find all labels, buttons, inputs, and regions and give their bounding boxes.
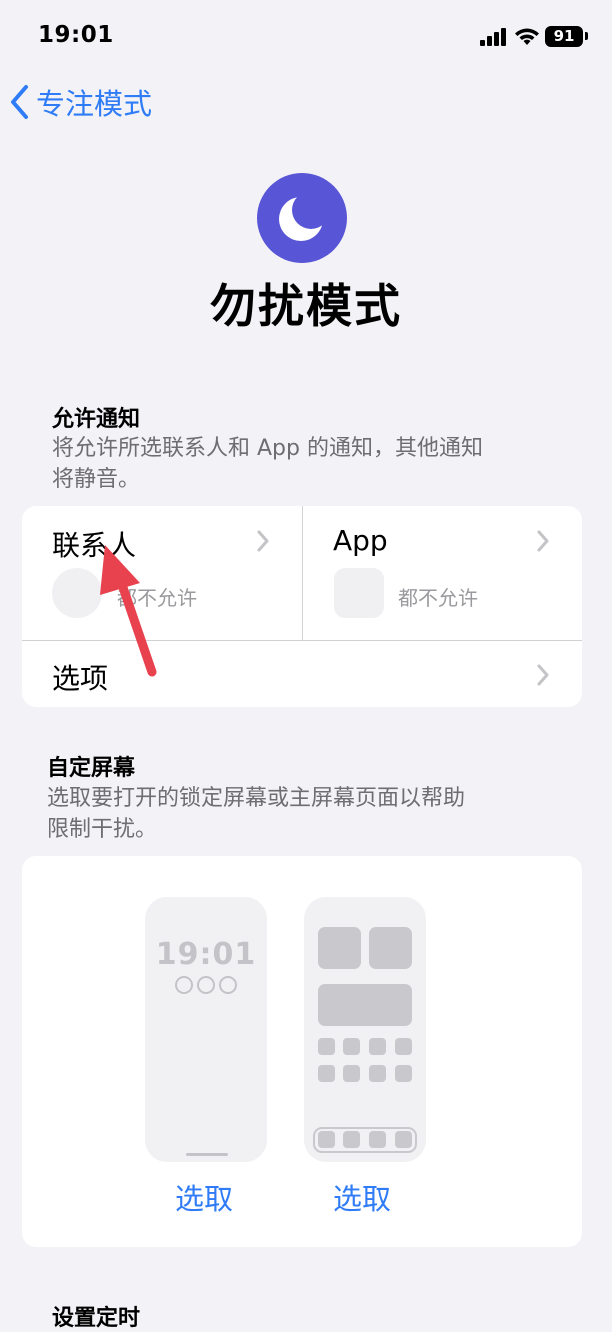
home-screen-preview[interactable] [304,897,426,1162]
home-widget-small [318,927,361,969]
lock-widget-ring [175,976,193,994]
choose-lock-screen-button[interactable]: 选取 [175,1176,233,1218]
dock-app-icon [343,1131,360,1148]
lock-screen-preview[interactable]: 19:01 [145,897,267,1162]
lock-screen-time: 19:01 [155,937,257,972]
app-icon-placeholder [343,1038,360,1055]
chevron-right-icon [537,530,549,552]
chevron-right-icon [257,530,269,552]
home-widget-medium [318,984,412,1026]
chevron-left-icon [11,85,28,119]
app-icon-placeholder [369,1038,386,1055]
customize-screens-desc-1: 选取要打开的锁定屏幕或主屏幕页面以帮助 [47,786,466,811]
app-icon-placeholder [318,1038,335,1055]
contact-avatar-placeholder [52,568,102,618]
app-icon-placeholder [318,1065,335,1082]
moon-icon [257,173,347,263]
choose-home-screen-button[interactable]: 选取 [333,1176,391,1218]
annotation-arrow [100,545,157,677]
schedule-title: 设置定时 [52,1306,141,1331]
apps-label: App [333,524,388,557]
apps-status: 都不允许 [398,586,478,610]
back-button[interactable]: 专注模式 [10,82,152,122]
dock [313,1127,417,1153]
back-label: 专注模式 [36,87,153,121]
chevron-right-icon [537,664,549,686]
app-icon-placeholder [343,1065,360,1082]
dock-app-icon [318,1131,335,1148]
dock-app-icon [369,1131,386,1148]
home-indicator [186,1153,228,1156]
customize-screens-desc-2: 限制干扰。 [47,817,158,842]
customize-screens-card: 19:01 选取 选取 [22,856,582,1247]
customize-screens-title: 自定屏幕 [47,756,136,781]
lock-widget-ring [219,976,237,994]
page-title: 勿扰模式 [210,279,402,333]
app-icon-placeholder [395,1038,412,1055]
lock-widget-ring [197,976,215,994]
wifi-icon [515,28,539,45]
app-icon-placeholder [334,568,384,618]
app-icon-placeholder [369,1065,386,1082]
battery-level: 91 [545,26,583,47]
app-icon-placeholder [395,1065,412,1082]
status-time: 19:01 [38,22,114,48]
battery-tip [585,32,588,40]
cellular-signal-icon [480,28,510,46]
dock-app-icon [395,1131,412,1148]
allow-notifications-desc-1: 将允许所选联系人和 App 的通知，其他通知 [52,436,483,461]
home-widget-small [369,927,412,969]
apps-cell[interactable]: App 都不允许 [303,506,582,640]
allow-notifications-desc-2: 将静音。 [52,467,141,492]
allow-notifications-title: 允许通知 [52,407,141,432]
